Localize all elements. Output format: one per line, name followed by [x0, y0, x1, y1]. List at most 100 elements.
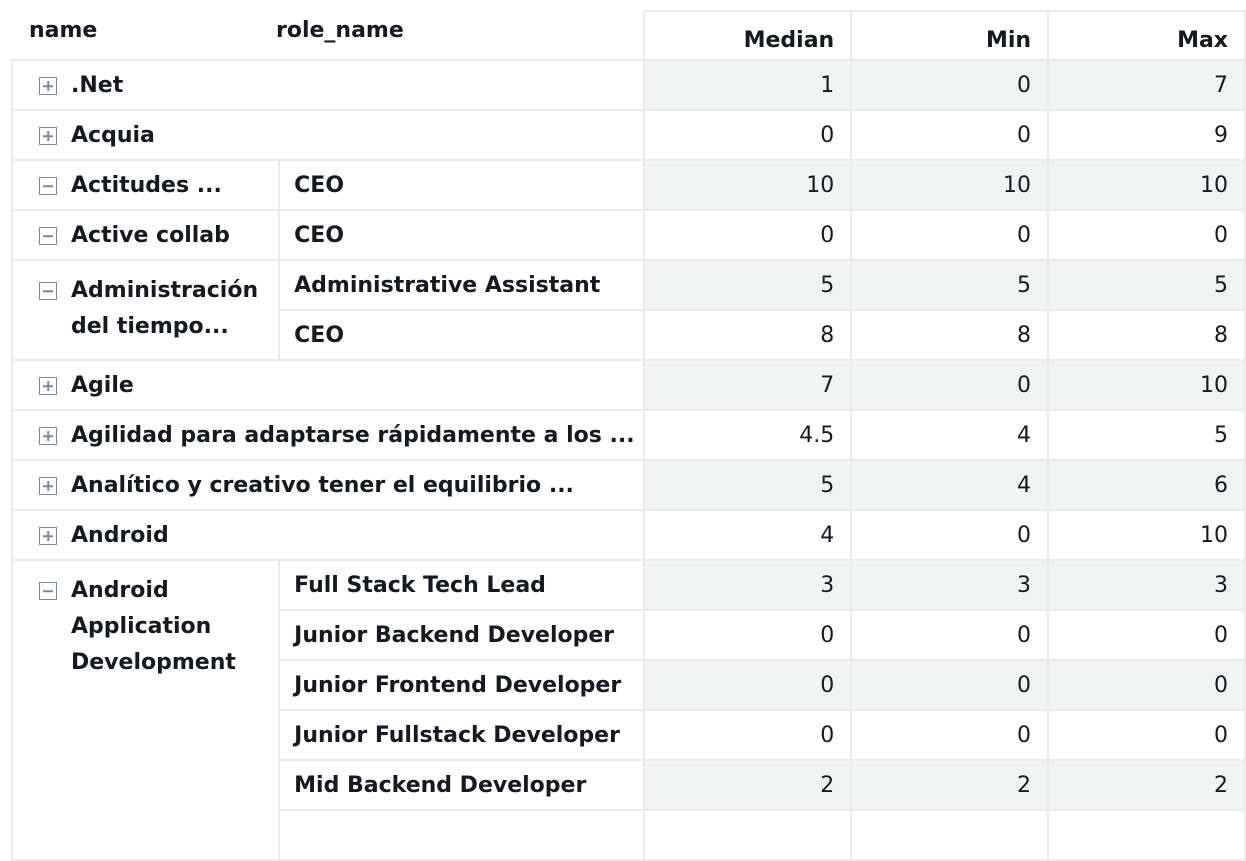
- name-cell: .Net: [11, 59, 645, 111]
- collapse-icon[interactable]: [39, 582, 57, 600]
- max-cell: 10: [1047, 159, 1246, 211]
- max-cell: 0: [1047, 709, 1246, 761]
- table-row: Administración del tiempo... Administrati…: [10, 259, 1246, 361]
- name-cell: Agile: [11, 359, 645, 411]
- table-row: Actitudes ... CEO 10 10 10: [10, 159, 1246, 211]
- median-cell: 4.5: [642, 409, 853, 461]
- name-label: Agile: [71, 373, 134, 398]
- median-cell: 3: [642, 559, 853, 611]
- min-cell: 0: [850, 659, 1050, 711]
- min-cell: 0: [850, 59, 1050, 111]
- min-cell: 4: [850, 409, 1050, 461]
- median-cell: 7: [642, 359, 853, 411]
- table-row: Active collab CEO 0 0 0: [10, 209, 1246, 261]
- median-cell: 5: [642, 259, 853, 311]
- role-cell: Full Stack Tech Lead: [278, 559, 645, 611]
- max-cell: 2: [1047, 759, 1246, 811]
- role-cell: [278, 809, 645, 861]
- expand-icon[interactable]: [39, 77, 57, 95]
- name-label: Agilidad para adaptarse rápidamente a lo…: [71, 423, 635, 448]
- name-label: Android: [71, 523, 169, 548]
- table-row: Android 4 0 10: [11, 509, 1246, 561]
- min-cell: 8: [850, 309, 1050, 361]
- median-cell: 0: [642, 709, 853, 761]
- name-cell: Acquia: [11, 109, 645, 161]
- max-cell: 10: [1047, 359, 1246, 411]
- min-cell: 0: [850, 109, 1050, 161]
- collapse-icon[interactable]: [39, 227, 57, 245]
- header-spacer: [12, 11, 644, 60]
- max-cell: 3: [1047, 559, 1246, 611]
- column-header-min[interactable]: Min: [850, 10, 1050, 61]
- name-label: Android Application Development: [71, 578, 236, 675]
- name-label: Administración del tiempo...: [71, 278, 259, 339]
- expand-icon[interactable]: [39, 427, 57, 445]
- name-label: Active collab: [71, 223, 230, 248]
- max-cell: 0: [1047, 659, 1246, 711]
- max-cell: 0: [1047, 609, 1246, 661]
- max-cell: 5: [1047, 259, 1246, 311]
- table-row: Android Application Development Full Stac…: [10, 559, 1246, 861]
- collapse-icon[interactable]: [39, 177, 57, 195]
- name-label: .Net: [71, 73, 124, 98]
- median-cell: 5: [642, 459, 853, 511]
- role-cell: CEO: [278, 159, 645, 211]
- name-cell: Actitudes ...: [10, 159, 281, 211]
- min-cell: 0: [850, 509, 1050, 561]
- role-cell: Junior Frontend Developer: [278, 659, 645, 711]
- max-cell: [1047, 809, 1246, 861]
- name-cell: Active collab: [10, 209, 281, 261]
- max-cell: 8: [1047, 309, 1246, 361]
- role-cell: Junior Fullstack Developer: [278, 709, 645, 761]
- median-cell: 1: [642, 59, 853, 111]
- min-cell: 10: [850, 159, 1050, 211]
- median-cell: 2: [642, 759, 853, 811]
- min-cell: 0: [850, 609, 1050, 661]
- median-cell: 10: [642, 159, 853, 211]
- expand-icon[interactable]: [39, 377, 57, 395]
- min-cell: 0: [850, 709, 1050, 761]
- collapse-icon[interactable]: [39, 282, 57, 300]
- column-header-median[interactable]: Median: [642, 10, 853, 61]
- max-cell: 7: [1047, 59, 1246, 111]
- median-cell: [642, 809, 853, 861]
- median-cell: 0: [642, 109, 853, 161]
- min-cell: 5: [850, 259, 1050, 311]
- min-cell: 2: [850, 759, 1050, 811]
- role-cell: CEO: [278, 209, 645, 261]
- name-label: Analítico y creativo tener el equilibrio…: [71, 473, 574, 498]
- expand-icon[interactable]: [39, 477, 57, 495]
- min-cell: 3: [850, 559, 1050, 611]
- max-cell: 9: [1047, 109, 1246, 161]
- max-cell: 10: [1047, 509, 1246, 561]
- role-cell: Mid Backend Developer: [278, 759, 645, 811]
- min-cell: 0: [850, 359, 1050, 411]
- min-cell: 4: [850, 459, 1050, 511]
- table-row: Agile 7 0 10: [11, 359, 1246, 411]
- table-row: Agilidad para adaptarse rápidamente a lo…: [11, 409, 1246, 461]
- min-cell: [850, 809, 1050, 861]
- name-label: Acquia: [71, 123, 155, 148]
- name-cell: Administración del tiempo...: [10, 259, 281, 361]
- max-cell: 0: [1047, 209, 1246, 261]
- expand-icon[interactable]: [39, 527, 57, 545]
- max-cell: 6: [1047, 459, 1246, 511]
- name-label: Actitudes ...: [71, 173, 222, 198]
- name-cell: Agilidad para adaptarse rápidamente a lo…: [11, 409, 645, 461]
- name-cell: Android: [11, 509, 645, 561]
- name-cell: Android Application Development: [10, 559, 281, 861]
- median-cell: 4: [642, 509, 853, 561]
- min-cell: 0: [850, 209, 1050, 261]
- median-cell: 0: [642, 209, 853, 261]
- role-cell: CEO: [278, 309, 645, 361]
- max-cell: 5: [1047, 409, 1246, 461]
- name-cell: Analítico y creativo tener el equilibrio…: [11, 459, 645, 511]
- table-row: .Net 1 0 7: [11, 59, 1246, 111]
- table-row: Acquia 0 0 9: [11, 109, 1246, 161]
- column-header-max[interactable]: Max: [1047, 10, 1246, 61]
- median-cell: 0: [642, 659, 853, 711]
- expand-icon[interactable]: [39, 127, 57, 145]
- median-cell: 8: [642, 309, 853, 361]
- median-cell: 0: [642, 609, 853, 661]
- role-cell: Junior Backend Developer: [278, 609, 645, 661]
